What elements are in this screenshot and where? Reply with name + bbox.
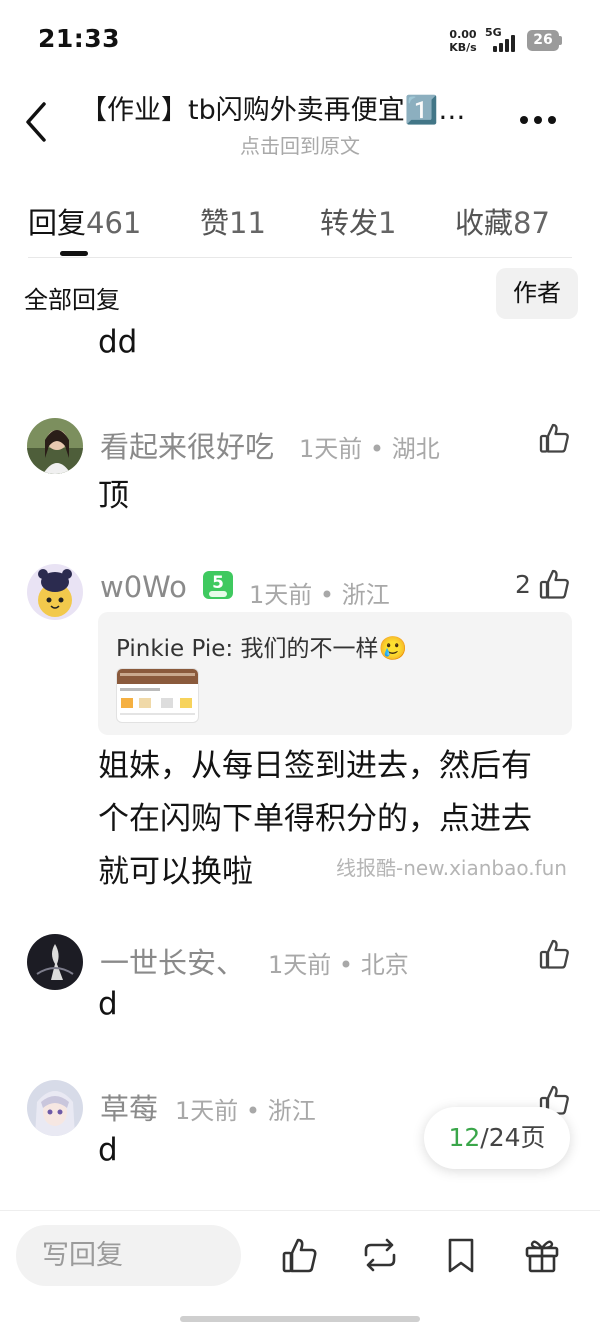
user-level-value: 5 [212,573,224,593]
avatar[interactable] [27,934,83,990]
author-only-button[interactable]: 作者 [496,268,578,319]
tab-replies-count: 461 [86,206,142,240]
avatar[interactable] [27,1080,83,1136]
like-icon[interactable] [538,937,572,971]
status-time: 21:33 [38,24,121,53]
avatar[interactable] [27,564,83,620]
total-pages: /24页 [480,1123,546,1152]
network-speed-value: 0.00 [449,28,477,41]
comment-text: d [98,986,118,1022]
tab-likes-label: 赞 [200,206,230,240]
network-speed-unit: KB/s [449,41,477,54]
tab-replies-label: 回复 [28,206,87,240]
comment-text-line: 姐妹，从每日签到进去，然后有 [98,748,532,784]
watermark: 线报酷-new.xianbao.fun [336,856,567,880]
user-level-badge: 5 [203,571,233,599]
comment-time: 1天前 [249,581,313,609]
home-indicator [180,1316,420,1322]
bookmark-icon[interactable] [441,1235,481,1275]
quoted-author: Pinkie Pie [116,636,226,662]
more-options-icon[interactable] [520,110,564,130]
comment-location: 湖北 [391,435,440,463]
comment-location: 浙江 [341,581,390,609]
comment-time: 1天前 [175,1097,239,1125]
comment-meta: 1天前 • 浙江 [249,581,390,609]
bottom-bar-divider [0,1210,600,1211]
battery-icon: 26 [527,30,559,51]
active-tab-indicator [60,251,88,256]
comment-location: 浙江 [267,1097,316,1125]
tab-likes-count: 11 [229,206,266,240]
like-icon[interactable] [538,567,572,601]
comment-location: 北京 [360,951,409,979]
tab-favorites-count: 87 [513,206,550,240]
comment-text: 顶 [98,478,129,514]
battery-tip [559,36,562,45]
tab-reposts[interactable]: 转发1 [320,200,396,242]
comment-username[interactable]: w0Wo [100,570,187,604]
tab-likes[interactable]: 赞11 [200,200,266,242]
reply-input[interactable]: 写回复 [16,1225,241,1286]
gift-icon[interactable] [522,1235,562,1275]
tab-favorites[interactable]: 收藏87 [455,200,550,242]
comment-username[interactable]: 看起来很好吃 [100,424,274,466]
like-count: 2 [515,570,531,599]
page-title[interactable]: 【作业】tb闪购外卖再便宜1️⃣… [80,88,505,127]
comment-meta: 1天前 • 湖北 [299,435,440,463]
quoted-reply-text: Pinkie Pie: 我们的不一样🥲 [116,636,408,662]
comment-meta: 1天前 • 浙江 [175,1097,316,1125]
current-page: 12 [448,1123,481,1152]
quoted-text: 我们的不一样🥲 [240,636,408,662]
comment-time: 1天前 [268,951,332,979]
comment-text: d [98,1132,118,1168]
like-icon[interactable] [538,421,572,455]
repost-icon[interactable] [360,1235,400,1275]
comment-text-line: 个在闪购下单得积分的，点进去 [98,801,532,837]
signal-icon [493,34,519,52]
all-replies-label: 全部回复 [24,286,120,314]
comment-username[interactable]: 一世长安、 [100,940,245,982]
tab-replies[interactable]: 回复461 [28,200,141,242]
back-to-post-link[interactable]: 点击回到原文 [0,130,600,159]
tab-reposts-label: 转发 [320,206,379,240]
quoted-image-thumbnail[interactable] [116,668,199,723]
tab-favorites-label: 收藏 [455,206,514,240]
comment-meta: 1天前 • 北京 [268,951,409,979]
tab-reposts-count: 1 [378,206,397,240]
page-indicator-button[interactable]: 12/24页 [424,1107,570,1169]
like-icon[interactable] [280,1235,320,1275]
comment-username[interactable]: 草莓 [100,1086,158,1128]
network-speed: 0.00 KB/s [446,28,480,54]
avatar[interactable] [27,418,83,474]
comment-time: 1天前 [299,435,363,463]
comment-text: dd [98,324,138,360]
tabs-divider [28,257,572,258]
